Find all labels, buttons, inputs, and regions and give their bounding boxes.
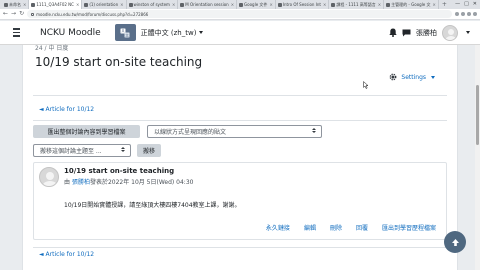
reload-icon[interactable]: ↻ [19,11,24,17]
extensions [455,12,477,16]
browser-tab[interactable]: (1) orientation × [82,0,127,9]
browser-tab[interactable]: 主管理的 - Google 文 × [384,0,439,9]
window-controls: — □ ✕ [455,0,480,9]
chat-icon[interactable] [402,29,411,37]
gear-icon [389,73,397,81]
favicon-icon [84,2,89,7]
permalink-link[interactable]: 永久鏈接 [266,223,290,232]
back-to-top-button[interactable] [444,231,466,253]
forum-post: 10/19 start on-site teaching 由 張勝柏發表於202… [33,162,447,240]
close-icon[interactable]: × [76,2,79,7]
profile-icon[interactable] [473,12,477,16]
address-bar: ← → ↻ moodle.ncku.edu.tw/mod/forum/discu… [0,9,480,20]
favicon-icon [31,2,36,7]
post-subject: 10/19 start on-site teaching [64,167,175,175]
main-content: 24 / 中 日度 10/19 start on-site teaching S… [22,45,458,270]
previous-discussion-link-bottom[interactable]: ◄ Article for 10/12 [39,251,94,258]
close-icon[interactable]: × [231,2,234,7]
forward-icon[interactable]: → [11,11,16,17]
reply-link[interactable]: 回覆 [356,223,368,232]
extension-icon[interactable] [455,12,459,16]
translate-icon: A 文 [120,28,130,37]
post-body: 10/19日開始實體授課，請至綠頂大樓四樓7404教室上課，謝謝。 [64,202,241,209]
favicon-icon [386,2,391,7]
settings-menu[interactable]: Settings [389,73,435,81]
close-icon[interactable]: × [378,2,381,7]
post-byline: 由 張勝柏發表於2022年 10月 5日(Wed) 04:30 [64,179,194,186]
favicon-icon [277,2,282,7]
chevron-down-icon[interactable] [466,31,470,34]
favicon-icon [180,2,185,7]
export-portfolio-link[interactable]: 匯出到學習歷程檔案 [382,223,436,232]
browser-tab[interactable]: Google 文件 × [237,0,276,9]
edit-link[interactable]: 編輯 [304,223,316,232]
scrollbar-thumb[interactable] [476,85,479,145]
svg-text:A: A [122,28,125,33]
browser-tab[interactable]: 課程 - 1111 高等語言 × [329,0,385,9]
browser-tab-active[interactable]: 1111_Q3A4F02 NC × [29,0,83,9]
breadcrumb[interactable]: 24 / 中 日度 [35,43,68,52]
lock-icon [31,12,35,16]
move-button[interactable]: 搬移 [137,144,161,157]
page-title: 10/19 start on-site teaching [35,55,203,69]
hamburger-icon[interactable] [6,28,26,37]
url-field[interactable]: moodle.ncku.edu.tw/mod/forum/discuss.php… [27,10,452,18]
browser-tab[interactable]: 未命名 × [2,0,30,9]
mouse-cursor-icon [363,81,369,89]
favicon-icon [4,2,8,7]
previous-discussion-link[interactable]: ◄ Article for 10/12 [39,106,94,113]
divider [33,247,447,248]
close-icon[interactable]: × [269,2,272,7]
maximize-button[interactable]: □ [464,0,469,9]
browser-tab[interactable]: M Orientation session × [178,0,238,9]
new-tab-button[interactable]: + [439,0,450,9]
avatar[interactable] [442,24,458,41]
favicon-icon [239,2,244,7]
extension-icon[interactable] [461,12,465,16]
moodle-navbar: NCKU Moodle A 文 正體中文 (zh_tw) 張勝柏 [0,21,480,45]
favicon-icon [331,2,336,7]
arrow-up-icon [451,238,459,246]
favicon-icon [128,2,133,7]
close-icon[interactable]: × [323,2,326,7]
export-discussion-button[interactable]: 匯出整個討論內容到學習檔案 [33,125,140,138]
close-icon[interactable]: × [120,2,123,7]
language-menu[interactable]: 正體中文 (zh_tw) [141,28,204,38]
select-arrows-icon [121,147,125,152]
chevron-down-icon [199,31,204,34]
svg-text:文: 文 [125,32,129,37]
display-mode-select[interactable]: 以線狀方式呈現回應的貼文 [147,125,322,138]
divider [33,120,447,121]
close-icon[interactable]: × [23,2,26,7]
browser-tab-strip: 未命名 × 1111_Q3A4F02 NC × (1) orientation × w… [0,0,480,9]
back-icon[interactable]: ← [3,11,8,17]
minimize-button[interactable]: — [455,0,460,9]
divider [33,95,447,96]
delete-link[interactable]: 刪除 [330,223,342,232]
avatar[interactable] [39,167,59,187]
select-arrows-icon [312,128,316,133]
move-discussion-select[interactable]: 搬移這個討論主題至 ... [33,144,131,157]
close-window-button[interactable]: ✕ [473,0,477,9]
language-button[interactable]: A 文 [114,24,136,41]
chevron-down-icon [431,75,435,79]
user-menu[interactable]: 張勝柏 [416,28,437,38]
url-text: moodle.ncku.edu.tw/mod/forum/discuss.php… [36,11,149,17]
browser-tab[interactable]: winston of system × [127,0,179,9]
close-icon[interactable]: × [172,2,175,7]
extension-icon[interactable] [467,12,471,16]
close-icon[interactable]: × [433,2,436,7]
author-link[interactable]: 張勝柏 [72,179,90,186]
site-brand[interactable]: NCKU Moodle [40,28,101,38]
bell-icon[interactable] [389,28,397,37]
scrollbar[interactable] [475,45,480,270]
browser-tab[interactable]: Intro Of Session Int × [276,0,330,9]
post-commands: 永久鏈接 編輯 刪除 回覆 匯出到學習歷程檔案 [266,223,436,232]
